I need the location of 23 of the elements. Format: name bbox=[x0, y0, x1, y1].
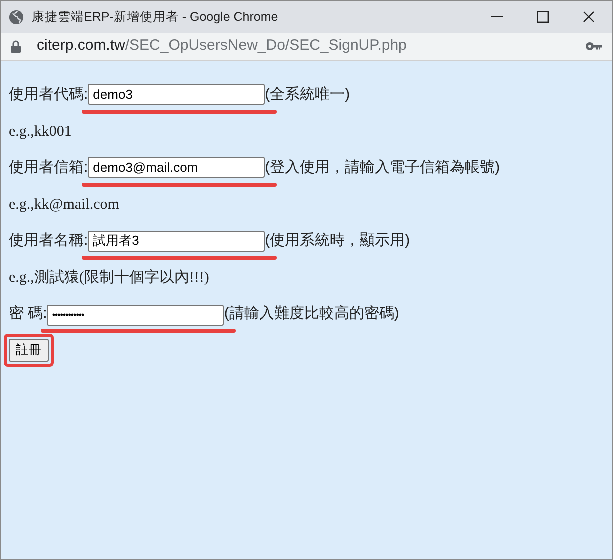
example-text: e.g.,kk@mail.com bbox=[9, 196, 120, 214]
field-label: 使用者信箱: bbox=[9, 158, 88, 178]
minimize-icon bbox=[491, 16, 503, 18]
example-text: e.g.,kk001 bbox=[9, 122, 72, 142]
globe-icon bbox=[9, 10, 24, 24]
key-icon[interactable] bbox=[586, 42, 602, 51]
field-note: (請輸入難度比較高的密碼) bbox=[224, 304, 400, 324]
field-note: (登入使用，請輸入電子信箱為帳號) bbox=[265, 158, 500, 178]
example-text: e.g.,測試猿(限制十個字以內!!!) bbox=[9, 268, 210, 288]
register-button[interactable]: 註冊 bbox=[9, 339, 49, 362]
close-icon bbox=[583, 11, 595, 23]
field-note: (使用系統時，顯示用) bbox=[265, 231, 410, 251]
input-field[interactable]: demo3 bbox=[88, 84, 266, 105]
input-field[interactable]: demo3@mail.com bbox=[88, 157, 266, 178]
field-label: 使用者名稱: bbox=[9, 231, 88, 251]
field-label: 使用者代碼: bbox=[9, 85, 88, 105]
input-field[interactable]: 試用者3 bbox=[88, 230, 266, 252]
field-label: 密 碼: bbox=[9, 304, 48, 324]
maximize-icon bbox=[537, 11, 549, 23]
field-note: (全系統唯一) bbox=[265, 85, 350, 105]
password-field[interactable]: •••••••••••• bbox=[47, 304, 224, 326]
lock-icon bbox=[11, 40, 21, 53]
window-title: 康捷雲端ERP-新增使用者 - Google Chrome bbox=[32, 8, 280, 26]
